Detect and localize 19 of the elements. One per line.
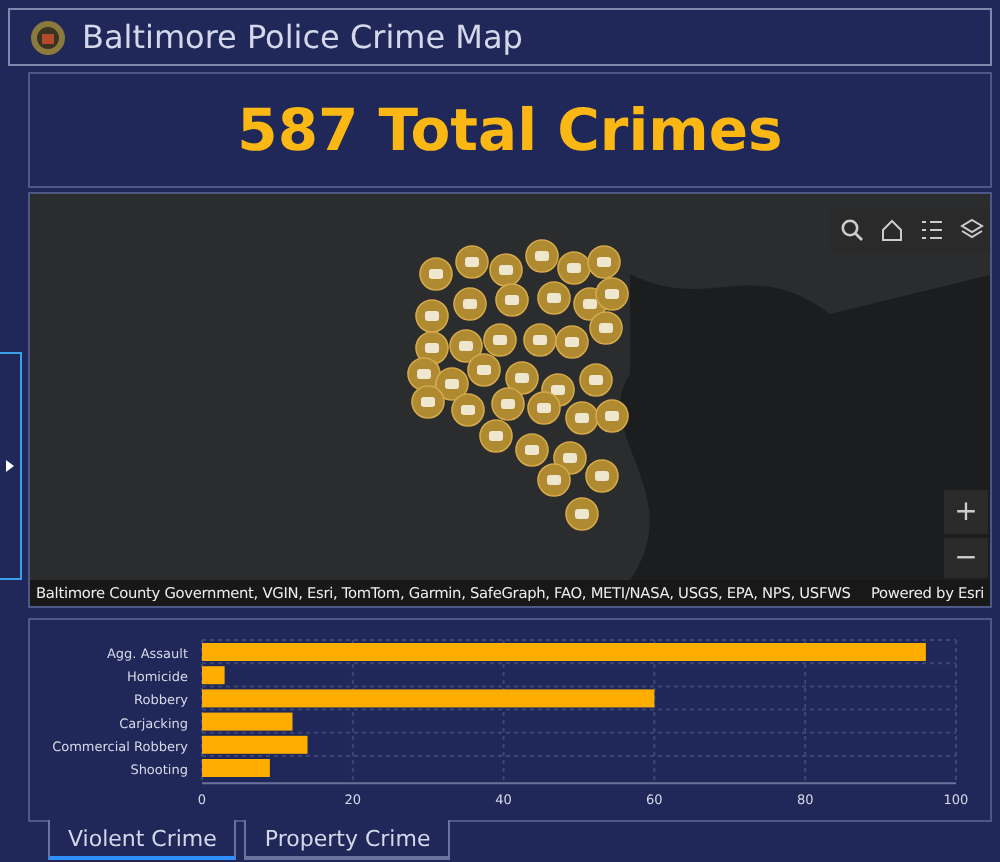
caret-icon xyxy=(6,460,14,472)
layers-button[interactable] xyxy=(950,208,990,252)
tab[interactable]: Violent Crime xyxy=(48,820,237,860)
list-icon xyxy=(920,218,944,242)
bar xyxy=(202,712,293,731)
home-icon xyxy=(880,218,904,242)
side-panel-toggle[interactable] xyxy=(0,352,22,580)
bar xyxy=(202,666,225,685)
zoom-out-button[interactable]: − xyxy=(944,538,988,578)
tab[interactable]: Property Crime xyxy=(244,820,451,860)
app-title: Baltimore Police Crime Map xyxy=(82,18,523,56)
layers-icon xyxy=(960,218,984,242)
police-badge-icon xyxy=(30,19,66,55)
search-button[interactable] xyxy=(830,208,874,252)
total-crimes-text: 587 Total Crimes xyxy=(237,96,783,164)
bar xyxy=(202,735,308,754)
zoom-in-button[interactable]: + xyxy=(944,490,988,534)
search-icon xyxy=(840,218,864,242)
bar xyxy=(202,759,270,777)
